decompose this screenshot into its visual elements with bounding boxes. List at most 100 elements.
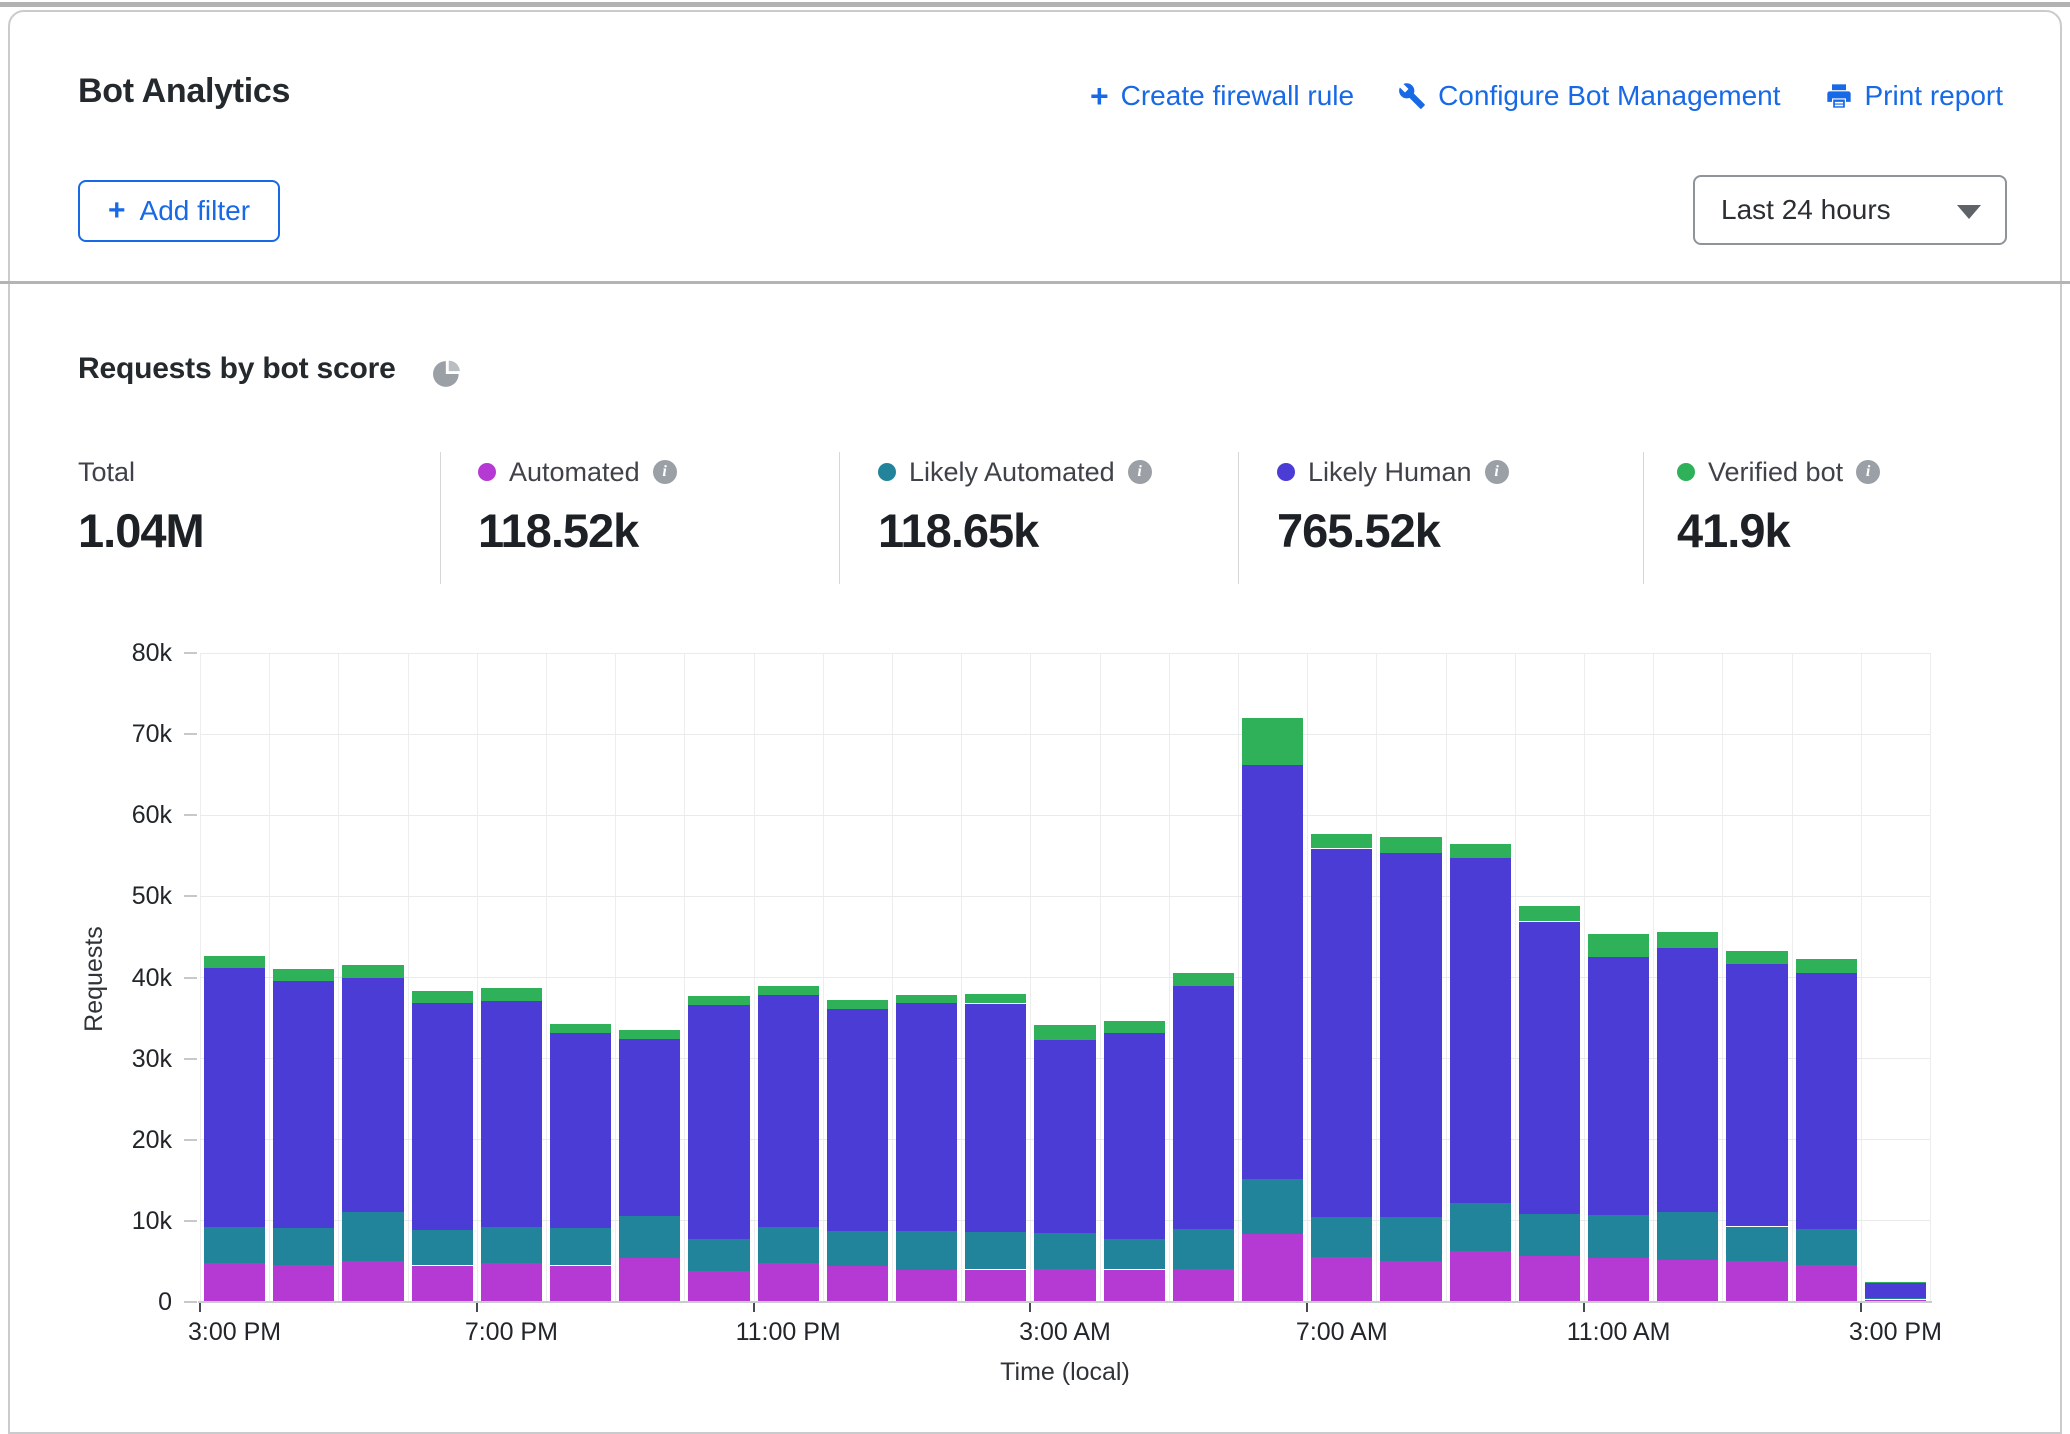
bar-0-likely-human[interactable] xyxy=(204,968,265,1228)
bar-19-likely-human[interactable] xyxy=(1519,922,1580,1215)
bar-22-automated[interactable] xyxy=(1726,1261,1787,1302)
bar-22-likely-automated[interactable] xyxy=(1726,1227,1787,1262)
bar-3-verified-bot[interactable] xyxy=(412,991,473,1003)
bar-1-verified-bot[interactable] xyxy=(273,969,334,981)
bar-13-likely-human[interactable] xyxy=(1104,1033,1165,1239)
bar-6-likely-automated[interactable] xyxy=(619,1216,680,1258)
bar-5-likely-human[interactable] xyxy=(550,1033,611,1229)
bar-15-likely-automated[interactable] xyxy=(1242,1179,1303,1234)
bar-20-likely-automated[interactable] xyxy=(1588,1215,1649,1258)
bar-12-verified-bot[interactable] xyxy=(1034,1025,1095,1040)
bar-22-likely-human[interactable] xyxy=(1726,964,1787,1227)
bar-24-verified-bot[interactable] xyxy=(1865,1282,1926,1283)
bar-20-verified-bot[interactable] xyxy=(1588,934,1649,958)
bar-23-verified-bot[interactable] xyxy=(1796,959,1857,974)
bar-3-likely-automated[interactable] xyxy=(412,1230,473,1266)
bar-12-likely-automated[interactable] xyxy=(1034,1233,1095,1269)
bar-13-automated[interactable] xyxy=(1104,1270,1165,1303)
print-report-link[interactable]: Print report xyxy=(1825,80,2004,112)
bar-19-automated[interactable] xyxy=(1519,1256,1580,1302)
bar-8-likely-automated[interactable] xyxy=(758,1227,819,1263)
bar-10-likely-human[interactable] xyxy=(896,1003,957,1232)
bar-9-verified-bot[interactable] xyxy=(827,1000,888,1009)
bar-8-likely-human[interactable] xyxy=(758,995,819,1227)
bar-16-automated[interactable] xyxy=(1311,1257,1372,1302)
bar-24-likely-automated[interactable] xyxy=(1865,1298,1926,1300)
bar-18-likely-automated[interactable] xyxy=(1450,1203,1511,1251)
create-firewall-rule-link[interactable]: + Create firewall rule xyxy=(1090,80,1354,112)
bar-21-likely-human[interactable] xyxy=(1657,948,1718,1212)
bar-0-automated[interactable] xyxy=(204,1263,265,1302)
bar-7-verified-bot[interactable] xyxy=(688,996,749,1005)
bar-1-likely-human[interactable] xyxy=(273,981,334,1228)
info-icon[interactable]: i xyxy=(653,460,677,484)
bar-11-verified-bot[interactable] xyxy=(965,994,1026,1004)
bar-22-verified-bot[interactable] xyxy=(1726,951,1787,964)
bar-19-likely-automated[interactable] xyxy=(1519,1214,1580,1255)
bar-9-automated[interactable] xyxy=(827,1266,888,1302)
bar-17-likely-automated[interactable] xyxy=(1380,1217,1441,1261)
bar-17-automated[interactable] xyxy=(1380,1261,1441,1302)
bar-6-automated[interactable] xyxy=(619,1258,680,1302)
bar-21-verified-bot[interactable] xyxy=(1657,932,1718,948)
bar-0-likely-automated[interactable] xyxy=(204,1227,265,1263)
bar-13-likely-automated[interactable] xyxy=(1104,1239,1165,1270)
bar-12-likely-human[interactable] xyxy=(1034,1040,1095,1233)
bar-0-verified-bot[interactable] xyxy=(204,956,265,967)
bar-1-likely-automated[interactable] xyxy=(273,1228,334,1265)
bar-18-automated[interactable] xyxy=(1450,1251,1511,1302)
bar-20-likely-human[interactable] xyxy=(1588,957,1649,1215)
bar-14-likely-automated[interactable] xyxy=(1173,1229,1234,1269)
bar-4-likely-human[interactable] xyxy=(481,1001,542,1227)
bar-23-likely-human[interactable] xyxy=(1796,973,1857,1229)
bar-3-automated[interactable] xyxy=(412,1266,473,1303)
bar-13-verified-bot[interactable] xyxy=(1104,1021,1165,1033)
bar-5-automated[interactable] xyxy=(550,1266,611,1303)
bar-23-automated[interactable] xyxy=(1796,1265,1857,1302)
bar-15-verified-bot[interactable] xyxy=(1242,718,1303,765)
bar-2-likely-automated[interactable] xyxy=(342,1212,403,1261)
bar-8-verified-bot[interactable] xyxy=(758,986,819,996)
bar-6-likely-human[interactable] xyxy=(619,1039,680,1216)
bar-10-likely-automated[interactable] xyxy=(896,1231,957,1270)
bar-10-verified-bot[interactable] xyxy=(896,995,957,1003)
bar-17-verified-bot[interactable] xyxy=(1380,837,1441,853)
bar-3-likely-human[interactable] xyxy=(412,1003,473,1230)
bar-7-likely-automated[interactable] xyxy=(688,1239,749,1272)
bar-4-automated[interactable] xyxy=(481,1263,542,1302)
bar-8-automated[interactable] xyxy=(758,1263,819,1302)
bar-14-likely-human[interactable] xyxy=(1173,986,1234,1229)
add-filter-button[interactable]: + Add filter xyxy=(78,180,280,242)
bar-24-likely-human[interactable] xyxy=(1865,1283,1926,1298)
info-icon[interactable]: i xyxy=(1485,460,1509,484)
bar-11-likely-human[interactable] xyxy=(965,1004,1026,1232)
bar-19-verified-bot[interactable] xyxy=(1519,906,1580,921)
bar-21-likely-automated[interactable] xyxy=(1657,1212,1718,1260)
info-icon[interactable]: i xyxy=(1856,460,1880,484)
bar-2-likely-human[interactable] xyxy=(342,978,403,1213)
bar-1-automated[interactable] xyxy=(273,1265,334,1302)
bar-7-automated[interactable] xyxy=(688,1271,749,1302)
bar-14-verified-bot[interactable] xyxy=(1173,973,1234,985)
bar-5-verified-bot[interactable] xyxy=(550,1024,611,1033)
bar-23-likely-automated[interactable] xyxy=(1796,1229,1857,1265)
bar-6-verified-bot[interactable] xyxy=(619,1030,680,1039)
bar-11-automated[interactable] xyxy=(965,1270,1026,1303)
bar-16-verified-bot[interactable] xyxy=(1311,834,1372,849)
bar-18-likely-human[interactable] xyxy=(1450,858,1511,1203)
bar-4-verified-bot[interactable] xyxy=(481,988,542,1001)
bar-10-automated[interactable] xyxy=(896,1270,957,1302)
bar-12-automated[interactable] xyxy=(1034,1269,1095,1302)
time-range-select[interactable]: Last 24 hours xyxy=(1693,175,2007,245)
bar-18-verified-bot[interactable] xyxy=(1450,844,1511,859)
bar-16-likely-automated[interactable] xyxy=(1311,1217,1372,1257)
bar-2-verified-bot[interactable] xyxy=(342,965,403,978)
bar-17-likely-human[interactable] xyxy=(1380,853,1441,1216)
bar-20-automated[interactable] xyxy=(1588,1258,1649,1302)
bar-2-automated[interactable] xyxy=(342,1261,403,1302)
configure-bot-management-link[interactable]: Configure Bot Management xyxy=(1398,80,1780,112)
bar-16-likely-human[interactable] xyxy=(1311,849,1372,1217)
bar-5-likely-automated[interactable] xyxy=(550,1228,611,1265)
info-icon[interactable]: i xyxy=(1128,460,1152,484)
bar-9-likely-human[interactable] xyxy=(827,1009,888,1231)
